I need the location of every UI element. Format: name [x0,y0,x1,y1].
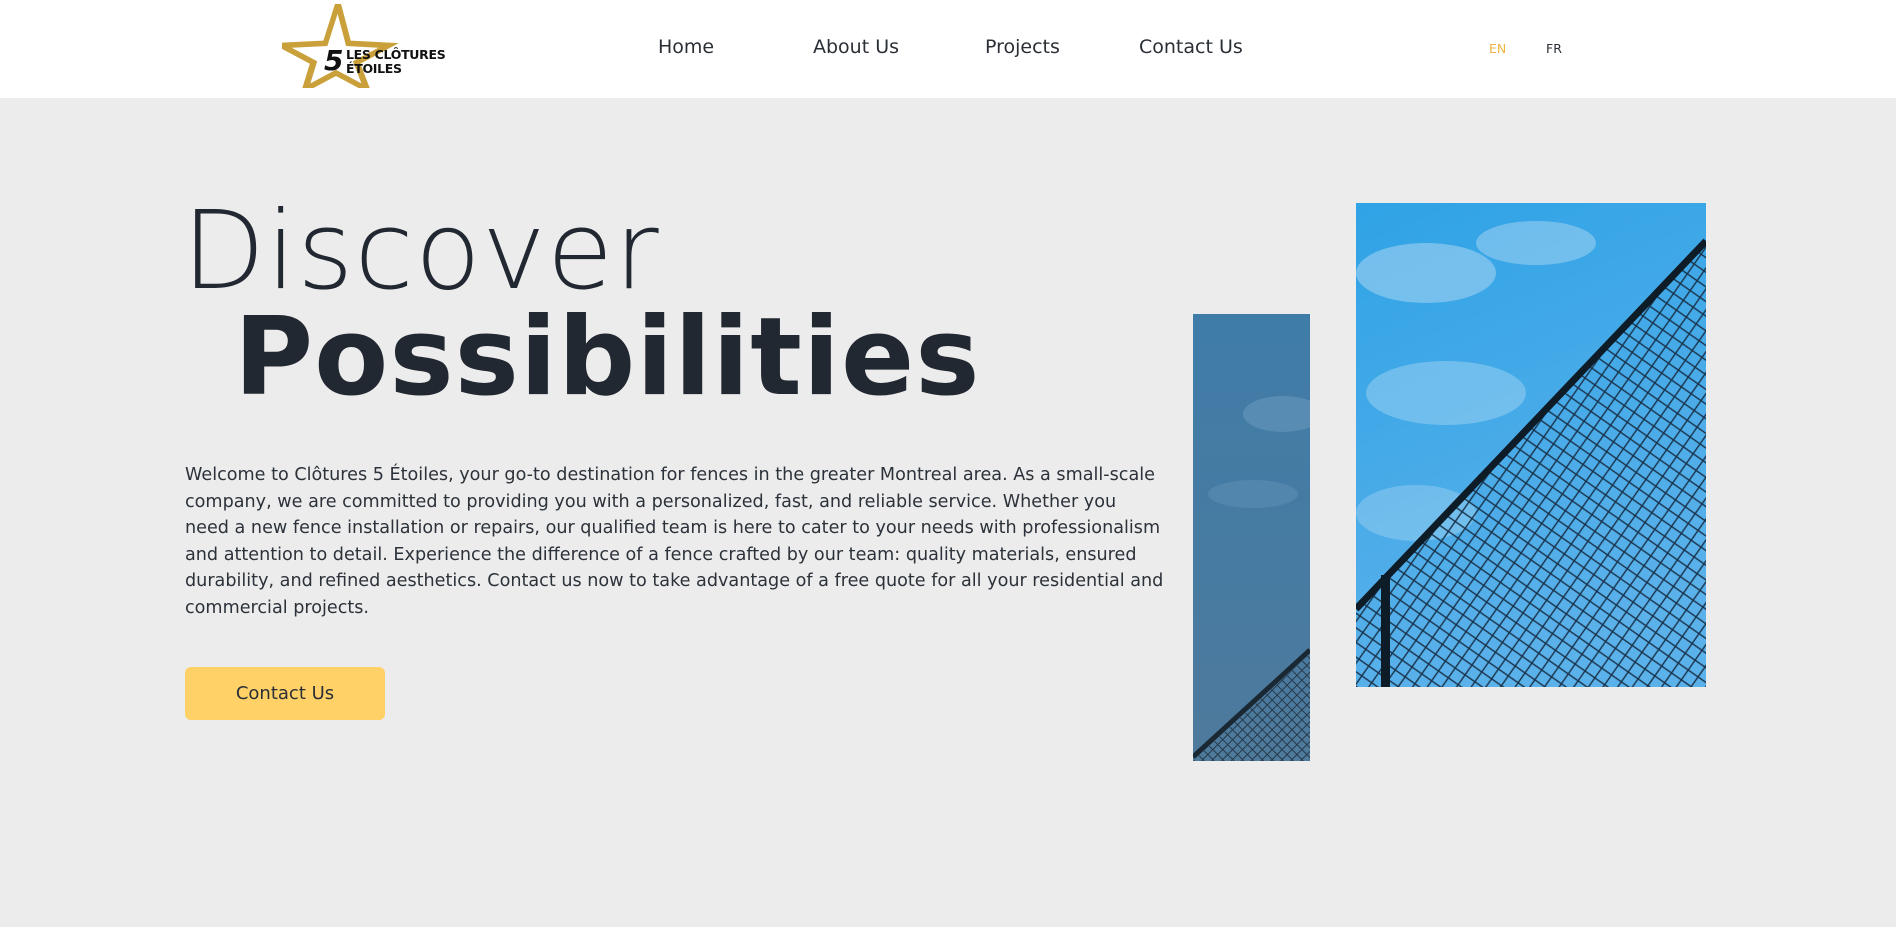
lang-fr[interactable]: FR [1546,41,1562,56]
nav-projects[interactable]: Projects [985,36,1060,58]
hero-title-light: Discover [182,189,660,314]
logo-text-line2: ÉTOILES [346,61,402,76]
logo-text-line1: LES CLÔTURES [346,47,446,62]
fence-image-narrow [1193,314,1310,761]
site-header: 5 LES CLÔTURES ÉTOILES Home About Us Pro… [0,0,1896,98]
site-logo[interactable]: 5 LES CLÔTURES ÉTOILES [282,4,448,88]
nav-home[interactable]: Home [658,36,714,58]
fence-image-wide [1356,203,1706,687]
nav-about-us[interactable]: About Us [813,36,899,58]
contact-us-button[interactable]: Contact Us [185,667,385,720]
nav-contact-us[interactable]: Contact Us [1139,36,1243,58]
lang-en[interactable]: EN [1489,41,1506,56]
hero-title-bold: Possibilities [234,295,981,420]
logo-mark-5: 5 [324,44,343,77]
hero-description: Welcome to Clôtures 5 Étoiles, your go-t… [185,465,1164,618]
